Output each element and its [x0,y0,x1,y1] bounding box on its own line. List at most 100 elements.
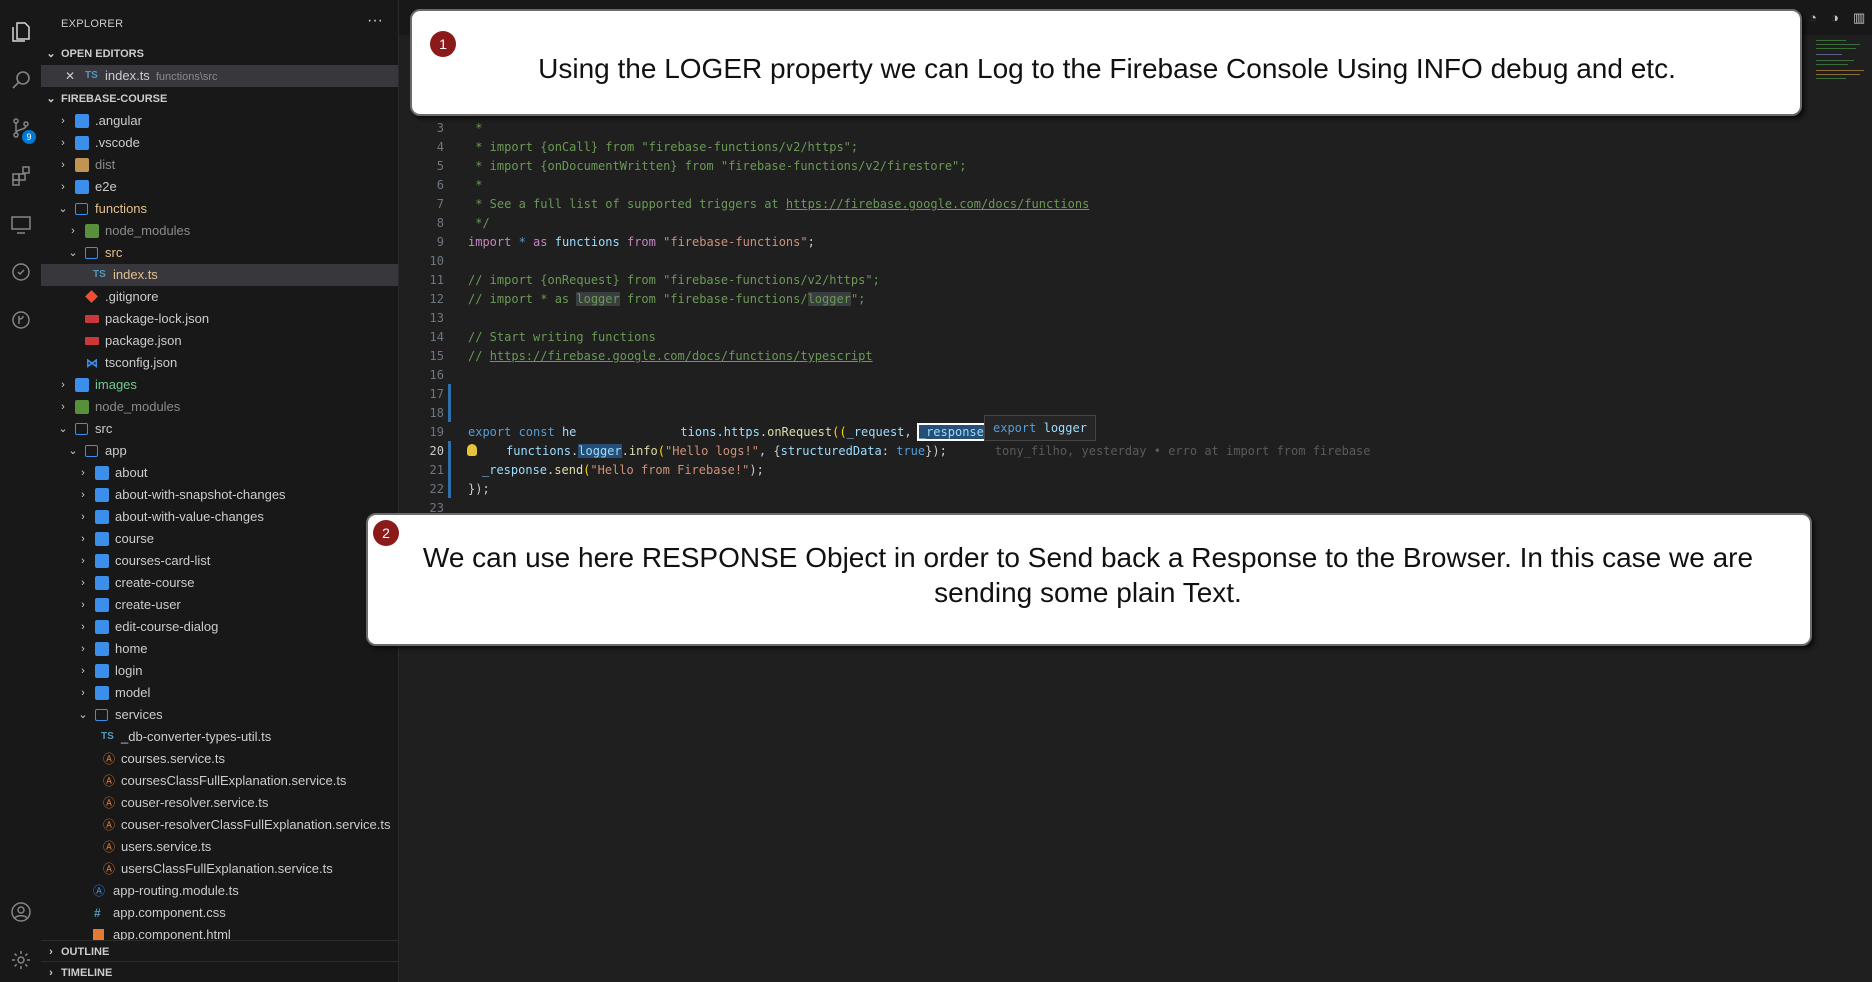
tree-label: .gitignore [105,289,159,304]
folder-icon [95,554,109,568]
timeline-section[interactable]: › TIMELINE [41,961,398,982]
tree-file[interactable]: ⒶusersClassFullExplanation.service.ts [41,858,398,880]
tree-folder[interactable]: › course [41,528,398,550]
tree-folder[interactable]: › dist [41,154,398,176]
tree-label: create-course [115,575,195,590]
code-token: . [621,444,629,458]
search-icon[interactable] [0,60,41,100]
settings-gear-icon[interactable] [0,940,41,980]
chevron-down-icon: ⌄ [68,247,78,259]
tree-folder[interactable]: › edit-course-dialog [41,616,398,638]
tree-label: package-lock.json [105,311,210,326]
tree-file[interactable]: Ⓐcouser-resolverClassFullExplanation.ser… [41,814,398,836]
code-line: _response.send("Hello from Firebase!"); [482,461,764,480]
code-line: * [468,178,483,192]
node-modules-folder-icon [75,400,89,414]
code-token: as [533,235,548,249]
remote-explorer-icon[interactable] [0,204,41,244]
tree-label: courses-card-list [115,553,211,568]
tree-file[interactable]: Ⓐapp-routing.module.ts [41,880,398,902]
folder-icon [95,686,109,700]
testing-icon[interactable] [0,252,41,292]
tree-folder[interactable]: › create-user [41,594,398,616]
tree-file[interactable]: # app.component.css [41,902,398,924]
tree-folder[interactable]: › about-with-value-changes [41,506,398,528]
tree-folder[interactable]: › about-with-snapshot-changes [41,484,398,506]
open-editor-name: index.ts [105,68,150,83]
tree-folder[interactable]: › node_modules [41,396,398,418]
line-number: 21 [429,463,444,477]
code-token: true [896,444,926,458]
code-token: , [904,425,919,439]
code-link[interactable]: https://firebase.google.com/docs/functio… [786,197,1089,211]
tree-label: services [115,707,163,722]
lightbulb-icon[interactable] [467,444,477,456]
minimap[interactable] [1812,36,1872,116]
split-editor-icon[interactable]: ▥ [1853,10,1865,26]
tree-label: images [95,377,137,392]
tree-folder[interactable]: › e2e [41,176,398,198]
tree-folder[interactable]: › node_modules [41,220,398,242]
code-link[interactable]: https://firebase.google.com/docs/functio… [490,349,873,363]
tree-file[interactable]: package-lock.json [41,308,398,330]
open-editor-index-ts[interactable]: ✕ TS index.tsfunctions\src M [41,65,398,87]
tree-file[interactable]: package.json [41,330,398,352]
tree-label: couser-resolver.service.ts [121,795,269,810]
outline-header: OUTLINE [61,946,110,958]
account-icon[interactable] [0,892,41,932]
code-token: functions [506,444,572,458]
git-graph-icon[interactable] [0,300,41,340]
code-token: he [554,425,577,439]
tree-folder[interactable]: › create-course [41,572,398,594]
more-actions-icon[interactable]: ··· [367,12,383,30]
tree-folder[interactable]: › courses-card-list [41,550,398,572]
tree-folder[interactable]: › images [41,374,398,396]
tree-file[interactable]: ⒶcoursesClassFullExplanation.service.ts [41,770,398,792]
tree-folder[interactable]: › model [41,682,398,704]
callout-text: We can use here RESPONSE Object in order… [422,542,1754,608]
tree-label: _db-converter-types-util.ts [121,729,272,744]
chevron-right-icon: › [81,467,85,479]
extensions-icon[interactable] [0,156,41,196]
source-control-icon[interactable]: 9 [0,108,41,148]
tree-folder[interactable]: ⌄ src [41,418,398,440]
tree-file[interactable]: ⋈ tsconfig.json [41,352,398,374]
tree-label: coursesClassFullExplanation.service.ts [121,773,347,788]
line-number: 9 [436,235,444,249]
code-editor[interactable]: ◔ ◑ ▥ 3 4 5 6 7 8 9 10 11 12 13 14 15 16… [399,0,1872,982]
tree-file-selected[interactable]: TSindex.tsM [41,264,398,286]
open-changes-icon[interactable]: ◔ [1809,10,1817,25]
tree-file[interactable]: .gitignore [41,286,398,308]
tree-folder[interactable]: › about [41,462,398,484]
outline-section[interactable]: › OUTLINE [41,940,398,963]
tree-folder[interactable]: › login [41,660,398,682]
tree-folder[interactable]: ⌄ app [41,440,398,462]
explorer-icon[interactable] [0,12,41,52]
code-line: * import {onDocumentWritten} from "fireb… [468,159,967,173]
tree-folder[interactable]: › .vscode [41,132,398,154]
git-lens-icon[interactable]: ◑ [1831,10,1839,25]
tree-folder[interactable]: ⌄ src [41,242,398,264]
tree-file[interactable]: Ⓐusers.service.ts [41,836,398,858]
open-editors-section[interactable]: ⌄ OPEN EDITORS [41,43,398,65]
project-section[interactable]: ⌄ FIREBASE-COURSE [41,88,398,110]
line-number: 10 [429,254,444,268]
tree-folder[interactable]: ⌄ functions [41,198,398,220]
folder-open-icon [85,445,98,457]
angular-service-icon: Ⓐ [103,840,116,854]
code-token: import [468,235,512,249]
tree-folder[interactable]: ⌄ services [41,704,398,726]
close-icon[interactable]: ✕ [65,65,75,87]
chevron-right-icon: › [61,181,65,193]
tree-folder[interactable]: › .angular [41,110,398,132]
tree-folder[interactable]: › home [41,638,398,660]
line-number: 16 [429,368,444,382]
code-token: send [554,463,584,477]
tree-file[interactable]: Ⓐcouser-resolver.service.ts [41,792,398,814]
tree-label: create-user [115,597,181,612]
line-number: 15 [429,349,444,363]
folder-icon [95,488,109,502]
chevron-right-icon: › [81,687,85,699]
tree-file[interactable]: TS _db-converter-types-util.ts [41,726,398,748]
tree-file[interactable]: Ⓐcourses.service.ts [41,748,398,770]
